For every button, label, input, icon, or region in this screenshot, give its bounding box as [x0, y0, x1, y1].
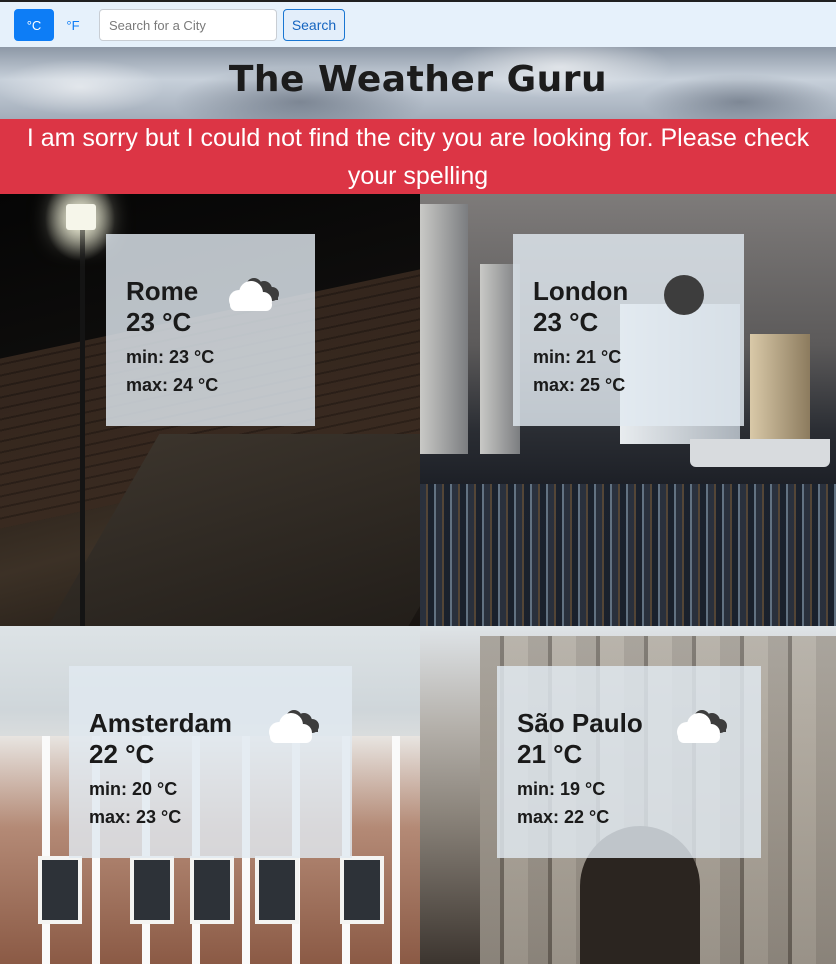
max-temperature: max: 24 °C [126, 375, 219, 395]
boat-decoration [690, 439, 830, 467]
city-name: Rome [126, 276, 199, 306]
fahrenheit-button[interactable]: °F [57, 9, 89, 41]
city-name: London [533, 276, 629, 306]
current-temperature: 23 °C [533, 307, 599, 337]
min-temperature: min: 20 °C [89, 779, 178, 799]
min-temperature: min: 21 °C [533, 347, 622, 367]
cloudy-icon [677, 710, 727, 743]
moon-icon [664, 275, 704, 315]
celsius-button[interactable]: °C [14, 9, 54, 41]
city-search-input[interactable] [99, 9, 277, 41]
street-lamp-decoration [66, 204, 96, 230]
site-header: The Weather Guru [0, 47, 836, 119]
search-button[interactable]: Search [283, 9, 345, 41]
city-name: São Paulo [517, 708, 643, 738]
current-temperature: 21 °C [517, 739, 583, 769]
window-decoration [190, 856, 234, 924]
min-temperature: min: 19 °C [517, 779, 606, 799]
window-decoration [130, 856, 174, 924]
window-decoration [38, 856, 82, 924]
min-temperature: min: 23 °C [126, 347, 215, 367]
window-decoration [340, 856, 384, 924]
max-temperature: max: 23 °C [89, 807, 182, 827]
building-decoration [750, 334, 810, 444]
lamp-post-decoration [80, 214, 85, 626]
max-temperature: max: 25 °C [533, 375, 626, 395]
window-decoration [255, 856, 299, 924]
cloudy-icon [269, 710, 319, 743]
city-name: Amsterdam [89, 708, 233, 738]
current-temperature: 23 °C [126, 307, 192, 337]
weather-card-london: London 23 °C min: 21 °C max: 25 °C [513, 234, 744, 426]
top-toolbar: °C °F Search [0, 0, 836, 47]
tower-decoration [420, 204, 468, 454]
cloudy-icon [229, 278, 279, 311]
error-banner: I am sorry but I could not find the city… [0, 119, 836, 194]
current-temperature: 22 °C [89, 739, 155, 769]
page-title: The Weather Guru [228, 59, 608, 100]
weather-card-sao-paulo: São Paulo 21 °C min: 19 °C max: 22 °C [497, 666, 761, 858]
weather-card-rome: Rome 23 °C min: 23 °C max: 24 °C [106, 234, 315, 426]
weather-card-amsterdam: Amsterdam 22 °C min: 20 °C max: 23 °C [69, 666, 352, 858]
water-reflection-decoration [420, 484, 836, 626]
max-temperature: max: 22 °C [517, 807, 610, 827]
